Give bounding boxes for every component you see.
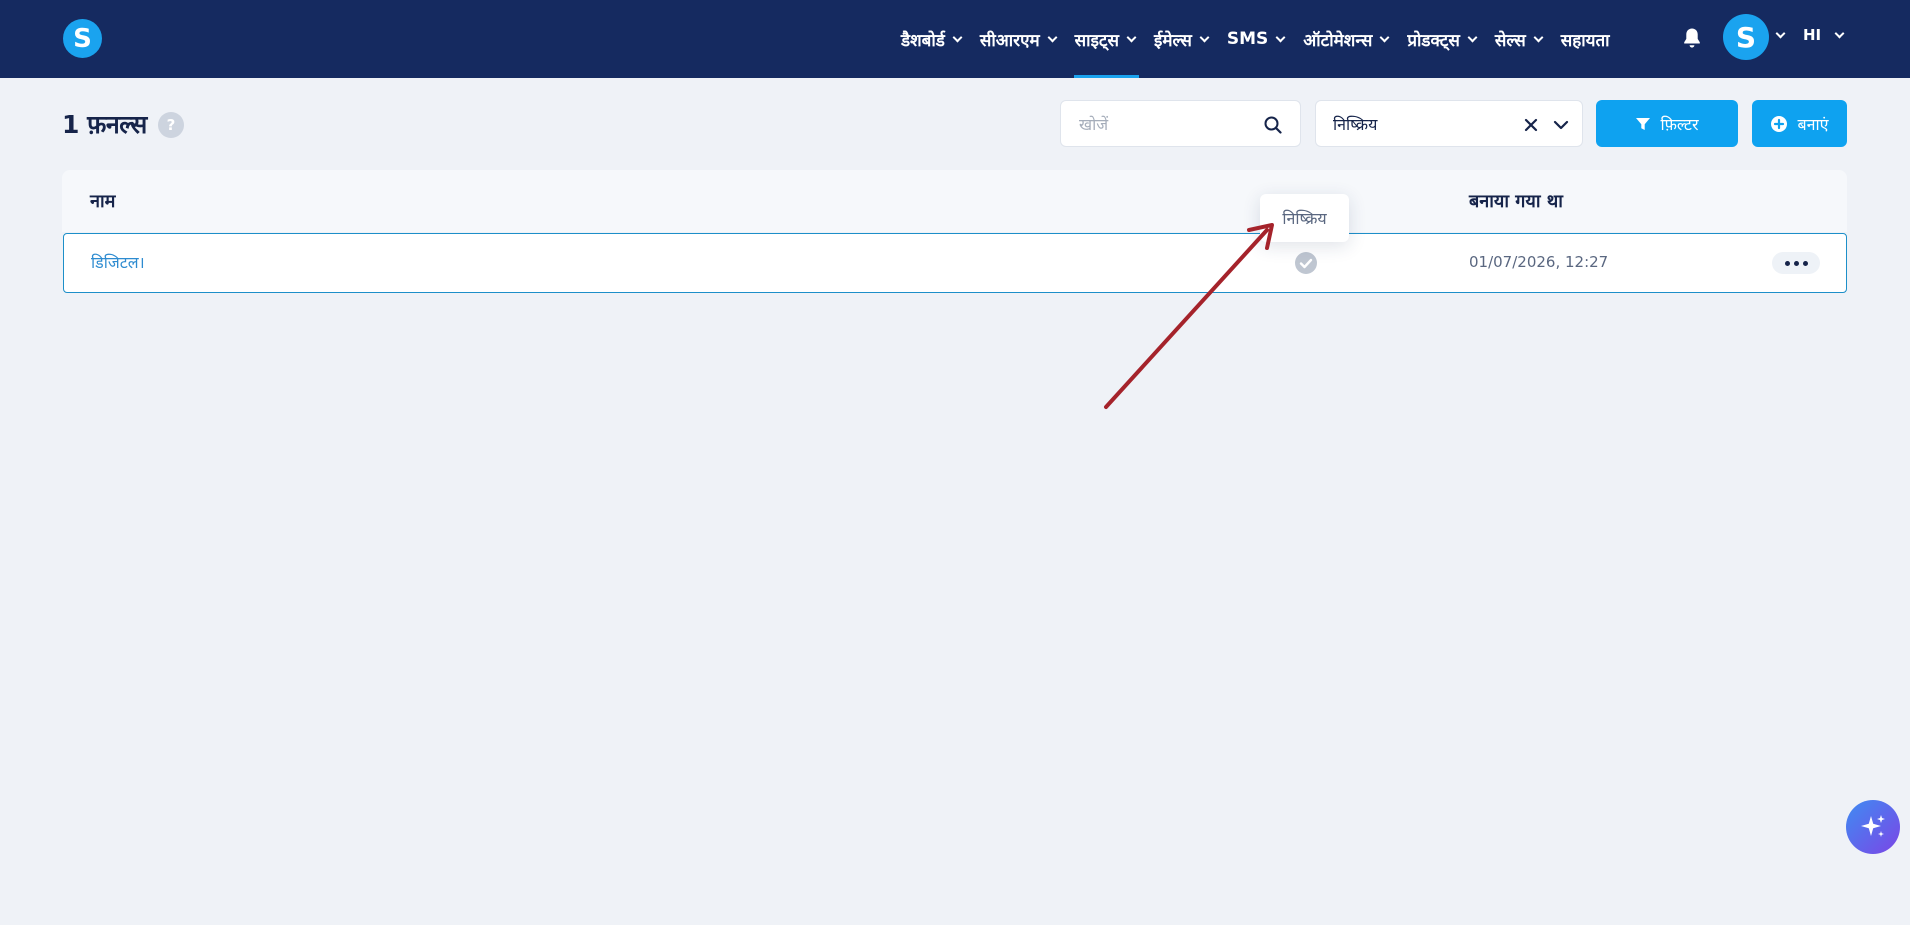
page-title: 1 फ़नल्स <box>62 110 147 139</box>
dot <box>1793 260 1799 266</box>
dot <box>1802 260 1808 266</box>
nav-item-sms[interactable]: SMS <box>1227 0 1286 78</box>
help-icon[interactable]: ? <box>158 112 184 138</box>
search-input[interactable] <box>1079 112 1259 136</box>
created-date: 01/07/2026, 12:27 <box>1469 253 1609 271</box>
chevron-down-icon <box>1275 32 1286 42</box>
bell-icon[interactable] <box>1683 27 1701 49</box>
chevron-down-icon <box>1047 32 1058 42</box>
nav-item-help[interactable]: सहायता <box>1561 0 1610 78</box>
ai-assistant-button[interactable] <box>1846 800 1900 854</box>
create-button[interactable]: बनाएं <box>1752 100 1847 147</box>
main-nav: डैशबोर्ड सीआरएम साइट्स ईमेल्स SMS ऑटोमेश… <box>901 0 1610 78</box>
nav-item-dashboard[interactable]: डैशबोर्ड <box>901 0 963 78</box>
app-logo[interactable]: S <box>63 19 102 58</box>
chevron-down-icon <box>1533 32 1544 42</box>
sparkle-icon <box>1861 815 1885 837</box>
status-filter-select[interactable]: निष्क्रिय <box>1315 100 1583 147</box>
chevron-down-icon <box>1199 32 1210 42</box>
dot <box>1784 260 1790 266</box>
column-header-name[interactable]: नाम <box>90 189 115 213</box>
status-tooltip: निष्क्रिय <box>1260 194 1349 242</box>
chevron-down-icon <box>1126 32 1137 42</box>
chevron-down-icon[interactable] <box>1552 116 1570 134</box>
search-icon[interactable] <box>1264 116 1282 134</box>
check-circle-icon[interactable] <box>1294 251 1318 275</box>
chevron-down-icon <box>1379 32 1390 42</box>
chevron-down-icon <box>952 32 963 42</box>
filter-button[interactable]: फ़िल्टर <box>1596 100 1738 147</box>
funnel-name-link[interactable]: डिजिटल। <box>91 251 145 273</box>
user-avatar[interactable]: S <box>1723 14 1769 60</box>
table-header: नाम बनाया गया था <box>62 170 1847 232</box>
status-filter-value: निष्क्रिय <box>1333 115 1378 134</box>
nav-item-sites[interactable]: साइट्स <box>1073 0 1140 78</box>
nav-item-crm[interactable]: सीआरएम <box>980 0 1058 78</box>
nav-item-automations[interactable]: ऑटोमेशन्स <box>1303 0 1390 78</box>
table-row[interactable]: डिजिटल। 01/07/2026, 12:27 <box>63 233 1847 293</box>
nav-item-emails[interactable]: ईमेल्स <box>1154 0 1210 78</box>
language-selector[interactable]: HI <box>1803 26 1821 44</box>
more-options-button[interactable] <box>1772 252 1820 274</box>
plus-circle-icon <box>1771 115 1788 132</box>
filter-icon <box>1636 117 1651 130</box>
search-box <box>1060 100 1301 147</box>
close-icon[interactable] <box>1522 116 1540 134</box>
column-header-created[interactable]: बनाया गया था <box>1469 189 1563 213</box>
nav-item-products[interactable]: प्रोडक्ट्स <box>1407 0 1478 78</box>
nav-item-sales[interactable]: सेल्स <box>1495 0 1544 78</box>
chevron-down-icon <box>1467 32 1478 42</box>
